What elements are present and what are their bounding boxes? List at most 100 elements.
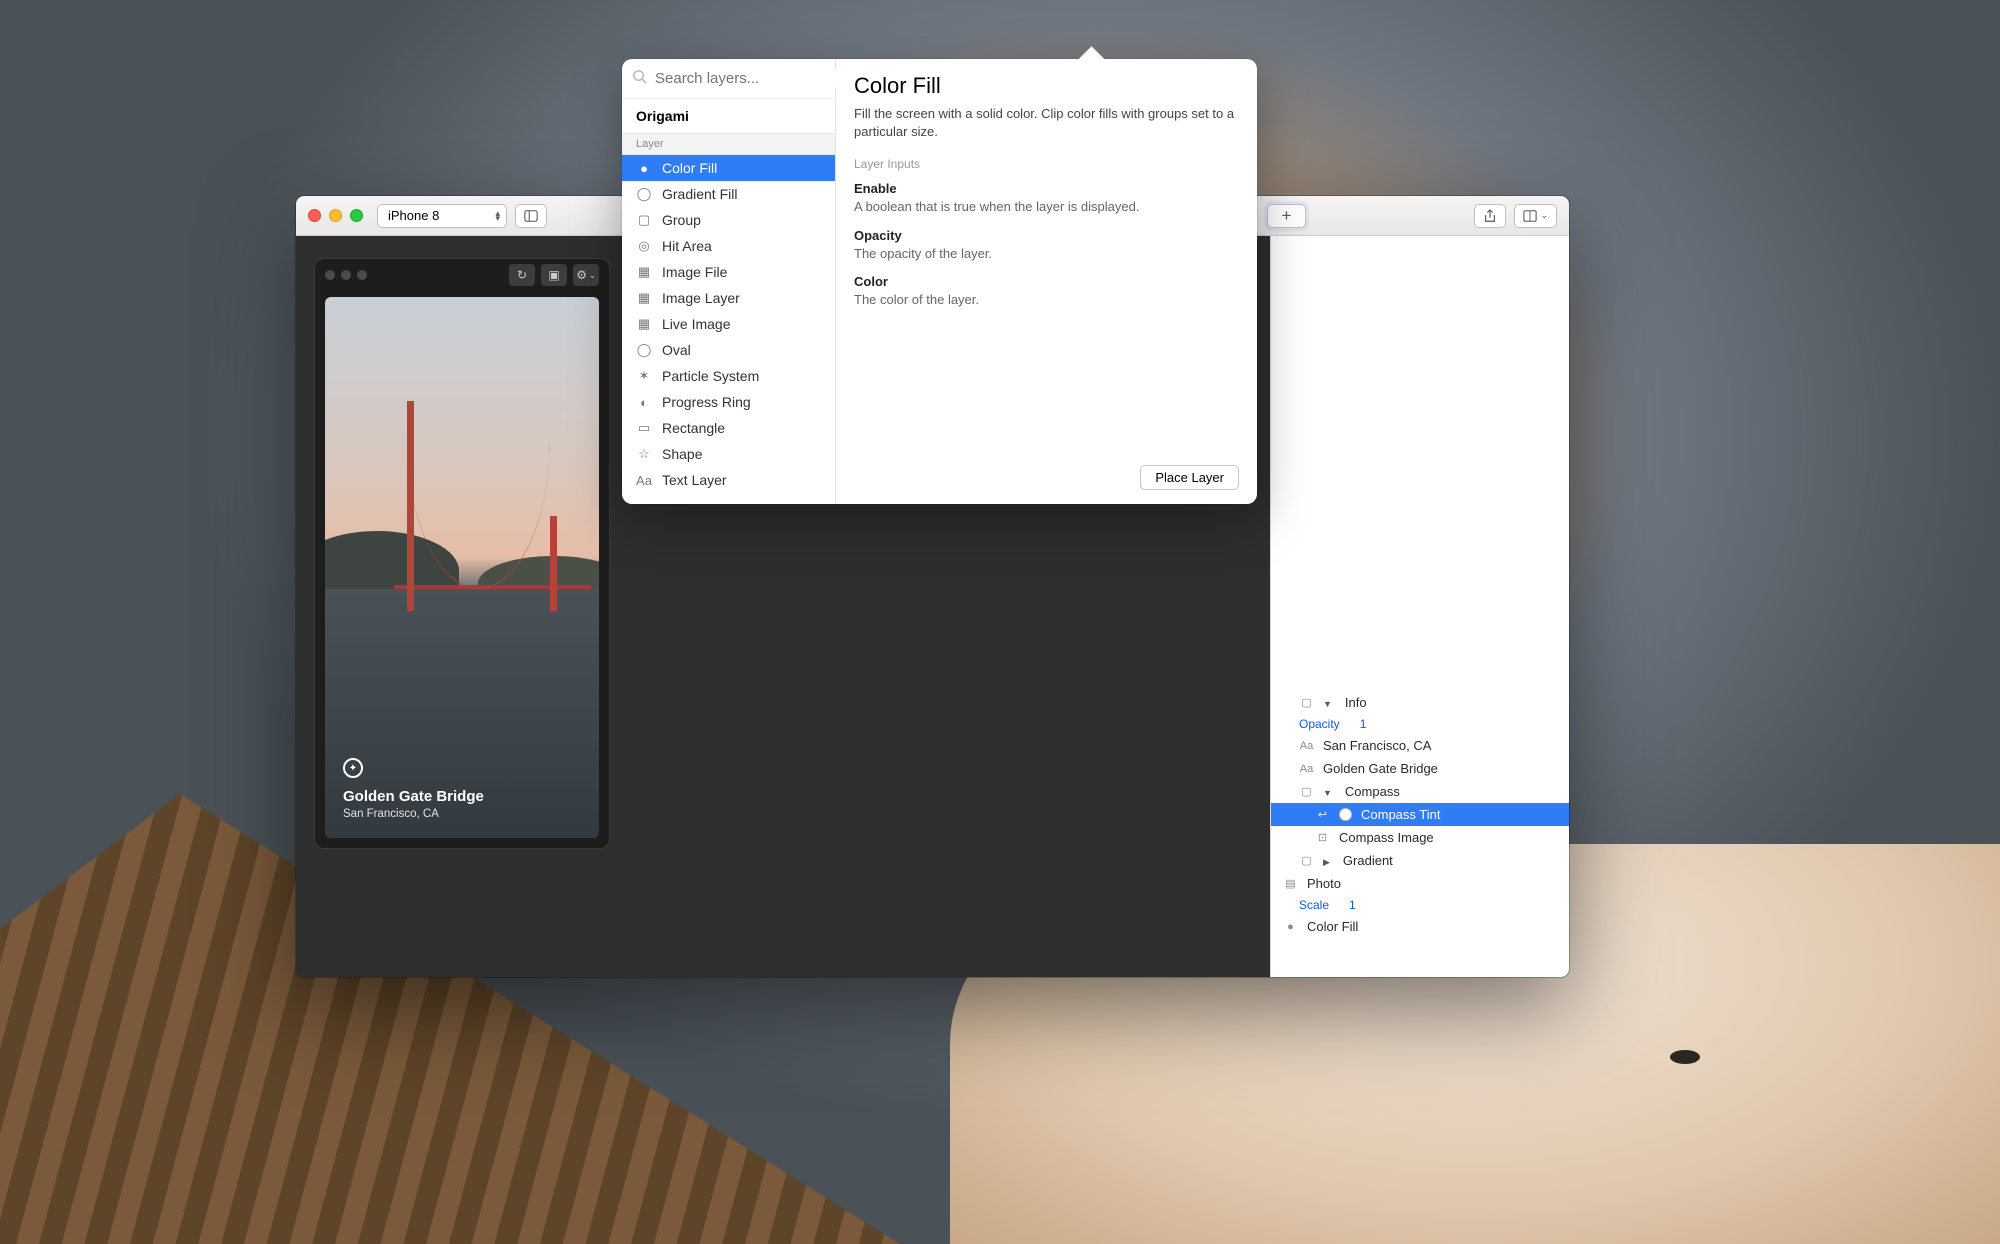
add-layer-button[interactable]: +	[1267, 204, 1307, 228]
param-name: Enable	[854, 181, 1239, 196]
folder-icon: ▢	[1299, 784, 1314, 799]
layer-lib-item-label: Progress Ring	[662, 394, 751, 410]
layer-row[interactable]: AaGolden Gate Bridge	[1271, 757, 1569, 780]
image-icon: ▦	[636, 290, 652, 306]
share-button[interactable]	[1474, 204, 1506, 228]
link-icon: ↩	[1315, 807, 1330, 822]
layer-lib-item[interactable]: ▦ Image Layer	[622, 285, 835, 311]
preview-caption: ✦ Golden Gate Bridge San Francisco, CA	[343, 758, 484, 820]
layer-lib-item-label: Gradient Fill	[662, 186, 737, 202]
param-desc: A boolean that is true when the layer is…	[854, 198, 1239, 216]
layer-lib-item-label: Shape	[662, 446, 702, 462]
sidebar-toggle-button[interactable]	[515, 204, 547, 228]
preview-record-button[interactable]: ▣	[541, 264, 567, 286]
layer-prop-value[interactable]: 1	[1360, 717, 1400, 731]
layer-row[interactable]: ▢ Gradient	[1271, 849, 1569, 872]
spinner-icon: ◐	[636, 394, 652, 410]
layer-row[interactable]: ▤Photo	[1271, 872, 1569, 895]
plus-icon: +	[1282, 207, 1292, 224]
preview-subtitle: San Francisco, CA	[343, 808, 484, 820]
text-icon: Aa	[1299, 738, 1314, 753]
disclosure-triangle-icon[interactable]	[1323, 695, 1336, 710]
circle-fill-icon: ●	[636, 160, 652, 176]
layer-lib-item[interactable]: ☆ Shape	[622, 441, 835, 467]
layer-lib-item-label: Rectangle	[662, 420, 725, 436]
close-window-button[interactable]	[308, 209, 321, 222]
layer-tree[interactable]: ▢Info Opacity 1 Aa San Francisco, CA AaGolden…	[1271, 691, 1569, 977]
view-mode-button[interactable]: ⌄	[1514, 204, 1557, 228]
refresh-icon: ↻	[517, 268, 527, 282]
popover-section-header: Layer	[622, 133, 835, 155]
layer-row[interactable]: ↩ Compass Tint	[1271, 803, 1569, 826]
param-desc: The color of the layer.	[854, 291, 1239, 309]
layer-label: Photo	[1307, 876, 1341, 891]
grid-icon	[1523, 209, 1537, 223]
layer-lib-item[interactable]: ◯Oval	[622, 337, 835, 363]
layer-label: Color Fill	[1307, 919, 1358, 934]
target-icon: ◎	[636, 238, 652, 254]
gear-icon: ⚙	[576, 268, 587, 282]
device-select[interactable]: iPhone 8 ▴▾	[377, 204, 507, 228]
popover-detail-column: Color Fill Fill the screen with a solid …	[836, 59, 1257, 504]
layer-lib-item[interactable]: ●Color Fill	[622, 155, 835, 181]
layer-lib-item[interactable]: ◯ Gradient Fill	[622, 181, 835, 207]
popover-left-column: Origami Layer ●Color Fill ◯ Gradient Fill ▢…	[622, 59, 836, 504]
layer-lib-item[interactable]: ▦Live Image	[622, 311, 835, 337]
place-layer-button[interactable]: Place Layer	[1140, 465, 1239, 490]
circle-outline-icon: ◯	[636, 186, 652, 202]
disclosure-triangle-icon[interactable]	[1323, 853, 1334, 868]
disclosure-triangle-icon[interactable]	[1323, 784, 1336, 799]
layer-label: Compass Tint	[1361, 807, 1440, 822]
layer-prop-value[interactable]: 1	[1349, 898, 1389, 912]
device-select-label: iPhone 8	[388, 208, 439, 223]
search-input[interactable]	[655, 70, 854, 87]
preview-toolbar: ↻ ▣ ⚙⌄	[315, 259, 609, 291]
layer-lib-item-label: Image Layer	[662, 290, 740, 306]
layer-prop-row[interactable]: Scale 1	[1271, 895, 1569, 915]
layer-lib-item[interactable]: ◎ Hit Area	[622, 233, 835, 259]
popover-detail-description: Fill the screen with a solid color. Clip…	[854, 105, 1239, 141]
camera-icon: ▣	[548, 268, 559, 282]
popover-detail-title: Color Fill	[854, 73, 1239, 99]
popover-layer-list[interactable]: ●Color Fill ◯ Gradient Fill ▢Group ◎ Hit Area…	[622, 155, 835, 504]
image-icon: ▦	[636, 264, 652, 280]
layer-lib-item-label: Image File	[662, 264, 727, 280]
layer-row[interactable]: ●Color Fill	[1271, 915, 1569, 938]
popover-tab[interactable]: Origami	[622, 99, 835, 133]
layer-label: Compass	[1345, 784, 1400, 799]
layer-prop-row[interactable]: Opacity 1	[1271, 714, 1569, 734]
layer-label: Compass Image	[1339, 830, 1434, 845]
layer-row[interactable]: ⊡ Compass Image	[1271, 826, 1569, 849]
layer-row[interactable]: Aa San Francisco, CA	[1271, 734, 1569, 757]
preview-settings-button[interactable]: ⚙⌄	[573, 264, 599, 286]
popover-inputs-heading: Layer Inputs	[854, 157, 1239, 171]
compass-icon: ✦	[343, 758, 363, 778]
minimize-window-button[interactable]	[329, 209, 342, 222]
layer-lib-item[interactable]: ✶Particle System	[622, 363, 835, 389]
layer-lib-item-label: Hit Area	[662, 238, 712, 254]
preview-refresh-button[interactable]: ↻	[509, 264, 535, 286]
layer-label: Gradient	[1343, 853, 1393, 868]
layer-prop-name: Opacity	[1299, 717, 1340, 731]
window-controls	[308, 209, 363, 222]
layer-lib-item[interactable]: ▢Group	[622, 207, 835, 233]
preview-viewport[interactable]: ✦ Golden Gate Bridge San Francisco, CA	[325, 297, 599, 838]
image-badge-icon: ⊡	[1315, 830, 1330, 845]
layer-lib-item-label: Live Image	[662, 316, 730, 332]
layer-library-popover: Origami Layer ●Color Fill◯Gradient Fill▢…	[622, 59, 1257, 504]
param-name: Opacity	[854, 228, 1239, 243]
layer-lib-item[interactable]: ◐ Progress Ring	[622, 389, 835, 415]
preview-traffic-lights	[325, 270, 367, 280]
maximize-window-button[interactable]	[350, 209, 363, 222]
layer-row[interactable]: ▢ Compass	[1271, 780, 1569, 803]
layer-prop-name: Scale	[1299, 898, 1329, 912]
star-icon: ☆	[636, 446, 652, 462]
layer-lib-item[interactable]: ▦ Image File	[622, 259, 835, 285]
layer-lib-item[interactable]: ▭Rectangle	[622, 415, 835, 441]
text-icon: Aa	[1299, 761, 1314, 776]
layer-lib-item[interactable]: AaText Layer	[622, 467, 835, 493]
param-desc: The opacity of the layer.	[854, 245, 1239, 263]
folder-icon: ▢	[1299, 853, 1314, 868]
layer-label: San Francisco, CA	[1323, 738, 1431, 753]
layer-row[interactable]: ▢Info	[1271, 691, 1569, 714]
